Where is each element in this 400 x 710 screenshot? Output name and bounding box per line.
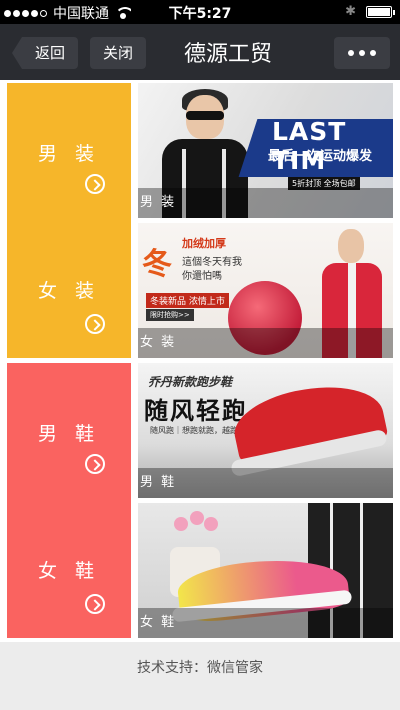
chevron-right-icon	[85, 594, 105, 614]
chevron-right-icon	[85, 454, 105, 474]
back-button-label: 返回	[22, 37, 78, 69]
women-shoes-caption: 女 鞋	[138, 608, 393, 638]
men-shoes-banner[interactable]: 乔丹新款跑步鞋 随风轻跑 随风跑｜想跑就跑，越跑越快乐！ 男 鞋	[138, 363, 393, 498]
banner-big-char: 冬	[142, 247, 172, 282]
banner-line1: 加绒加厚	[182, 237, 226, 250]
women-shoes-label: 女 鞋	[37, 560, 101, 582]
status-bar: 中国联通 下午5:27 ✱	[0, 0, 400, 24]
more-button[interactable]	[334, 37, 390, 69]
back-arrow-icon	[12, 37, 22, 69]
women-shoes-banner[interactable]: 女 鞋	[138, 503, 393, 638]
men-clothing-caption: 男 装	[138, 188, 393, 218]
banner-subline: 最后一次运动爆发	[268, 149, 373, 164]
banner-line1: 乔丹新款跑步鞋	[148, 375, 233, 389]
banner-headline: 随风轻跑	[144, 397, 248, 425]
men-shoes-link[interactable]: 男 鞋	[7, 363, 131, 501]
bluetooth-icon: ✱	[345, 4, 356, 19]
battery-icon	[366, 5, 395, 18]
men-clothing-banner[interactable]: LAST TIM 最后一次运动爆发 5折封顶 全场包邮 男 装	[138, 83, 393, 218]
chevron-right-icon	[85, 174, 105, 194]
men-clothing-label: 男 装	[37, 143, 101, 165]
clothing-section: 男 装 女 装 LAST TIM 最后一次运动爆发 5折封顶 全场包邮 男 装	[7, 83, 393, 358]
banner-line2: 這個冬天有我	[182, 257, 242, 268]
banner-line3: 你還怕嗎	[182, 271, 222, 282]
ellipsis-icon	[348, 50, 354, 56]
men-shoes-caption: 男 鞋	[138, 468, 393, 498]
men-shoes-label: 男 鞋	[37, 423, 101, 445]
women-clothing-link[interactable]: 女 装	[7, 220, 131, 358]
back-button[interactable]: 返回	[12, 37, 78, 69]
men-clothing-link[interactable]: 男 装	[7, 83, 131, 221]
women-shoes-link[interactable]: 女 鞋	[7, 500, 131, 638]
chevron-right-icon	[85, 314, 105, 334]
shoes-side-panel: 男 鞋 女 鞋	[7, 363, 131, 638]
clothing-side-panel: 男 装 女 装	[7, 83, 131, 358]
banner-button: 限时抢购>>	[146, 309, 194, 321]
women-clothing-caption: 女 装	[138, 328, 393, 358]
women-clothing-banner[interactable]: 冬 加绒加厚 這個冬天有我 你還怕嗎 冬装新品 浓情上市 限时抢购>> 女 装	[138, 223, 393, 358]
close-button[interactable]: 关闭	[90, 37, 146, 69]
status-time: 下午5:27	[168, 6, 232, 22]
navigation-bar: 返回 关闭 德源工贸	[0, 24, 400, 80]
footer-credit: 技术支持：微信管家	[0, 642, 400, 710]
page-title: 德源工贸	[183, 42, 272, 67]
shoes-section: 男 鞋 女 鞋 乔丹新款跑步鞋 随风轻跑 随风跑｜想跑就跑，越跑越快乐！ 男 鞋	[7, 363, 393, 638]
banner-tagline: 冬装新品 浓情上市	[146, 293, 229, 308]
women-clothing-label: 女 装	[37, 280, 101, 302]
category-grid: 男 装 女 装 LAST TIM 最后一次运动爆发 5折封顶 全场包邮 男 装	[0, 80, 400, 642]
